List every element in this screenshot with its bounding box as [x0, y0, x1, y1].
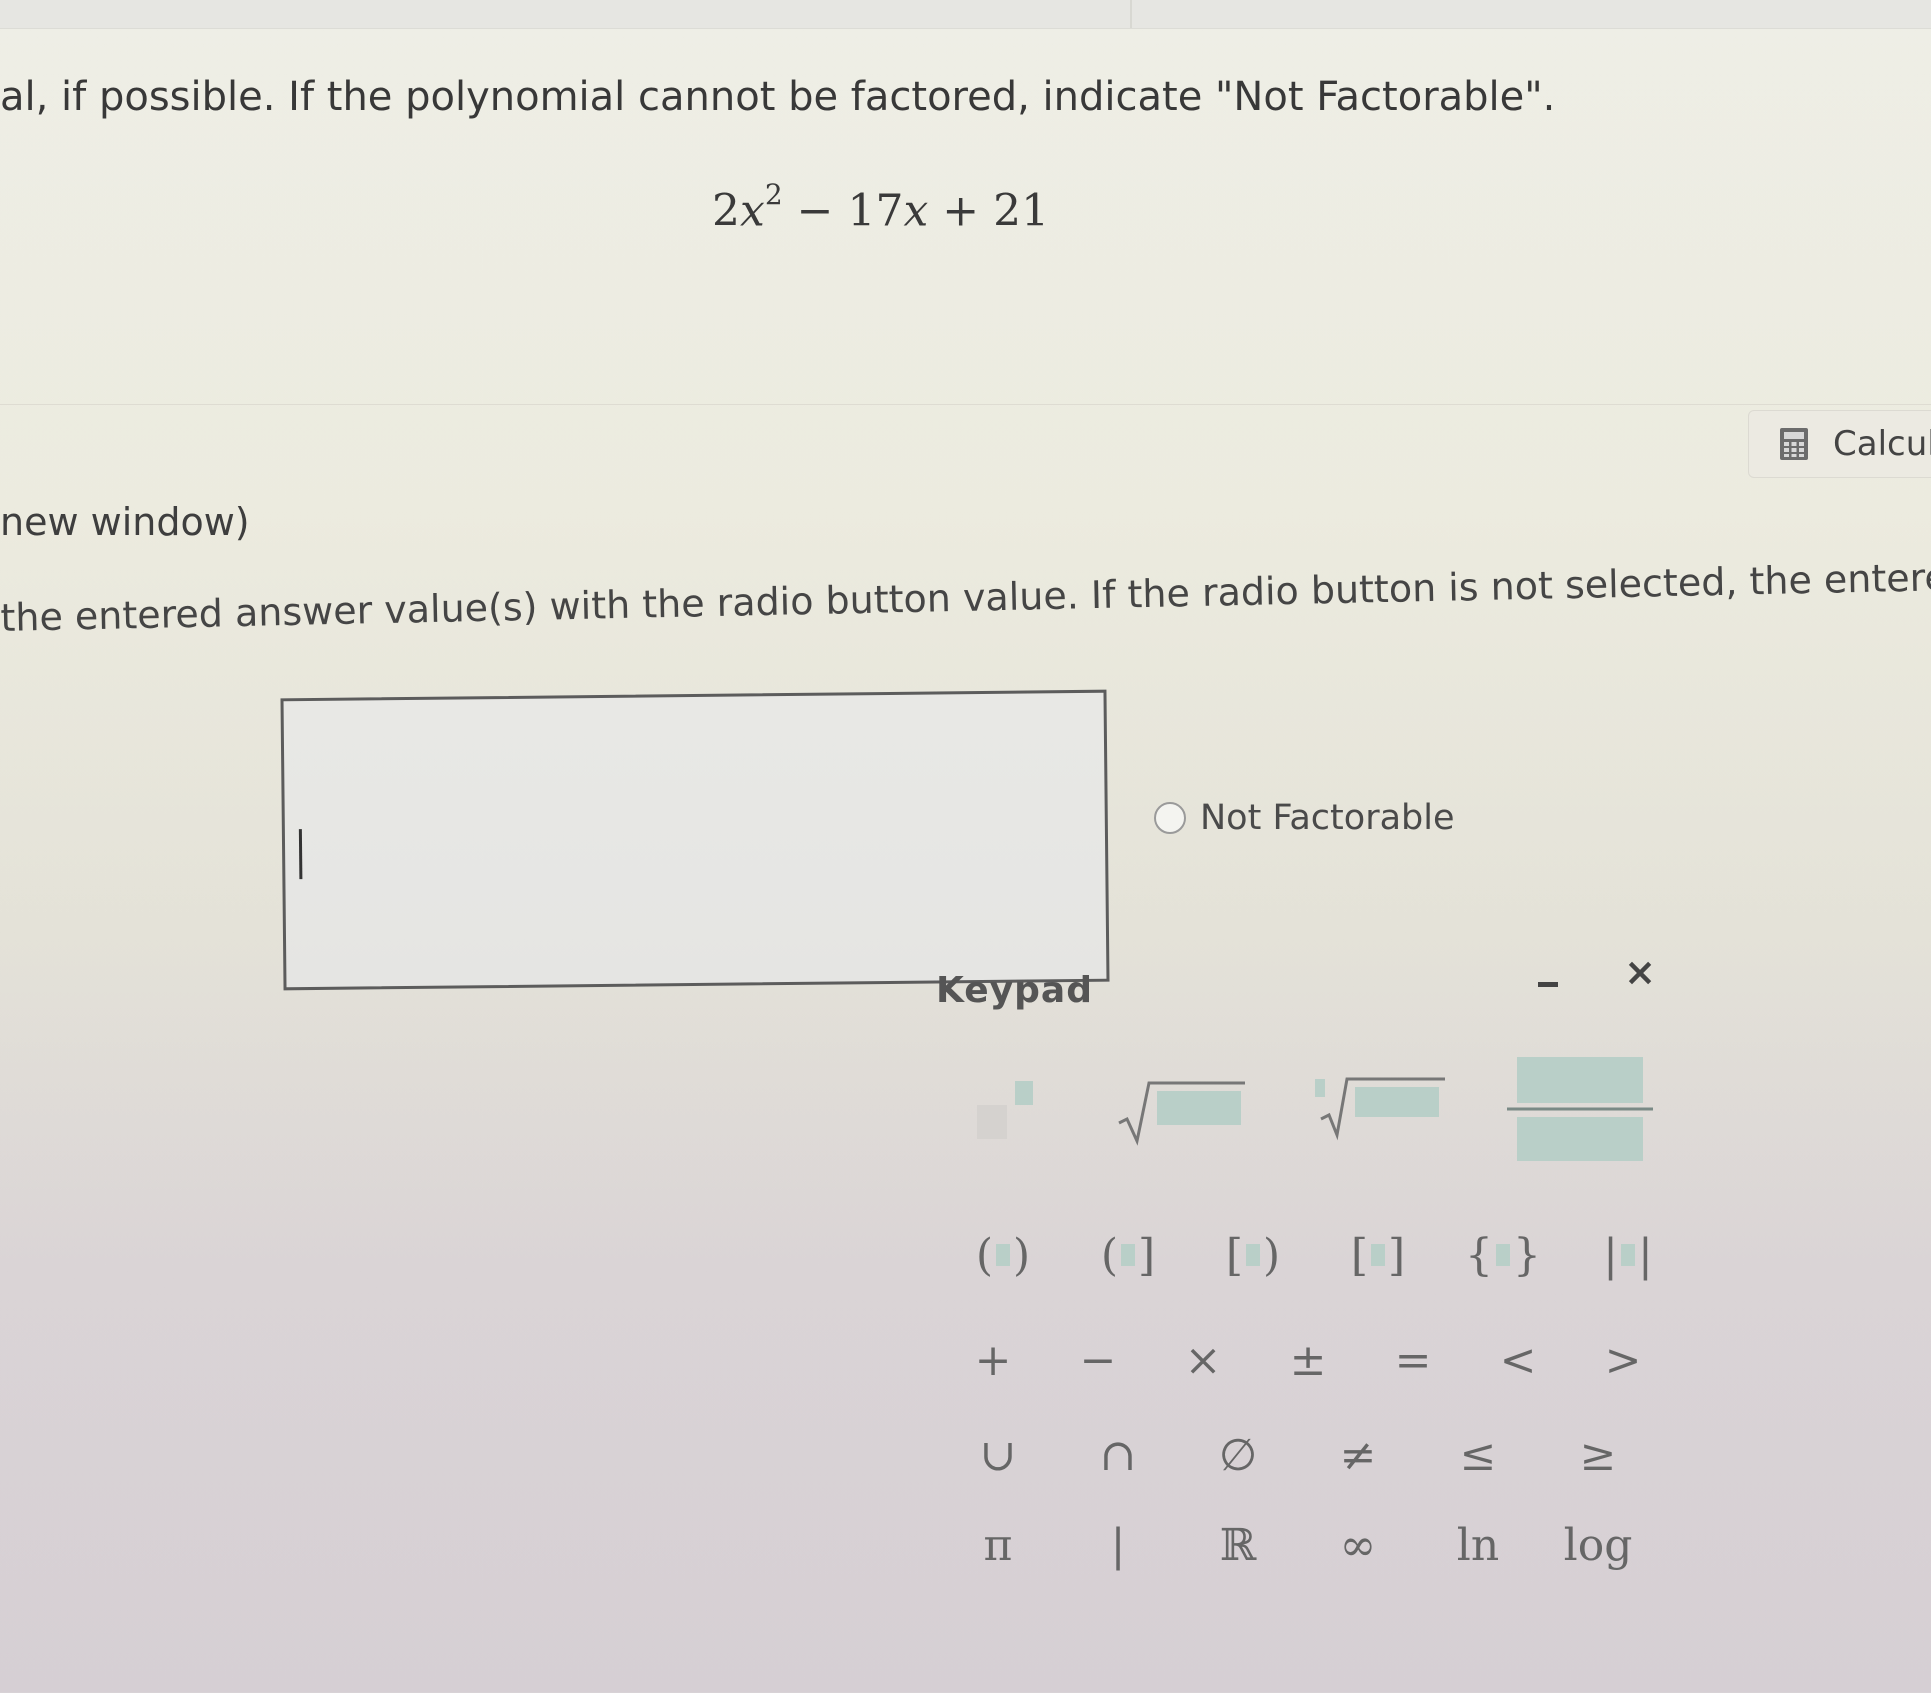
brace-key[interactable]: {}	[1455, 1215, 1551, 1295]
real-numbers-key[interactable]: ℝ	[1190, 1505, 1286, 1585]
bracket-bracket-key[interactable]: []	[1330, 1215, 1426, 1295]
calculator-label: Calcul	[1833, 424, 1931, 464]
new-window-link[interactable]: new window)	[0, 500, 250, 544]
fraction-key[interactable]	[1507, 1057, 1653, 1161]
question-instruction: al, if possible. If the polynomial canno…	[0, 74, 1556, 120]
intersection-key[interactable]: ∩	[1070, 1415, 1166, 1495]
paren-bracket-key[interactable]: (]	[1080, 1215, 1176, 1295]
paren-paren-key[interactable]: ()	[955, 1215, 1051, 1295]
calculator-icon	[1779, 427, 1809, 461]
ln-key[interactable]: ln	[1430, 1505, 1526, 1585]
top-strip-divider	[1130, 0, 1132, 28]
infinity-key[interactable]: ∞	[1310, 1505, 1406, 1585]
expr-rest-b: + 21	[928, 185, 1050, 237]
keypad-operator-row: + − × ± = < >	[900, 1320, 1720, 1410]
keypad-panel: Keypad × () (] [) [] {} | | + − × ± = < >	[900, 900, 1720, 1620]
radio-button[interactable]	[1154, 802, 1186, 834]
square-root-key[interactable]	[1118, 1070, 1245, 1150]
keypad-bracket-row: () (] [) [] {} | |	[900, 1215, 1720, 1305]
keypad-set-row: ∪ ∩ ∅ ≠ ≤ ≥	[900, 1415, 1720, 1505]
expr-rest-a: − 17	[782, 185, 904, 237]
grading-note: the entered answer value(s) with the rad…	[0, 550, 1931, 640]
log-key[interactable]: log	[1550, 1505, 1646, 1585]
keypad-template-row	[900, 1057, 1720, 1161]
expr-coef: 2	[712, 185, 740, 237]
radio-label: Not Factorable	[1200, 798, 1455, 838]
absolute-value-key[interactable]: | |	[1580, 1215, 1676, 1295]
expr-exp: 2	[764, 178, 783, 211]
divides-key[interactable]: |	[1070, 1505, 1166, 1585]
less-equal-key[interactable]: ≤	[1430, 1415, 1526, 1495]
expr-var: x	[740, 185, 765, 237]
minus-key[interactable]: −	[1050, 1320, 1146, 1400]
expr-rest-var: x	[903, 185, 929, 237]
nth-root-key[interactable]	[1315, 1070, 1445, 1150]
pi-key[interactable]: π	[950, 1505, 1046, 1585]
plus-key[interactable]: +	[945, 1320, 1041, 1400]
times-key[interactable]: ×	[1155, 1320, 1251, 1400]
union-key[interactable]: ∪	[950, 1415, 1046, 1495]
superscript-key[interactable]	[960, 1070, 1056, 1150]
greater-than-key[interactable]: >	[1575, 1320, 1671, 1400]
section-divider	[0, 404, 1931, 405]
plus-minus-key[interactable]: ±	[1260, 1320, 1356, 1400]
minimize-icon[interactable]	[1530, 972, 1568, 996]
calculator-button[interactable]: Calcul	[1748, 410, 1931, 478]
not-equal-key[interactable]: ≠	[1310, 1415, 1406, 1495]
empty-set-key[interactable]: ∅	[1190, 1415, 1286, 1495]
keypad-title: Keypad	[936, 970, 1093, 1011]
text-cursor	[298, 829, 303, 880]
less-than-key[interactable]: <	[1470, 1320, 1566, 1400]
not-factorable-option[interactable]: Not Factorable	[1154, 798, 1455, 838]
equals-key[interactable]: =	[1365, 1320, 1461, 1400]
polynomial-expression: 2x2 − 17x + 21	[712, 178, 1050, 237]
close-icon[interactable]: ×	[1620, 952, 1660, 992]
greater-equal-key[interactable]: ≥	[1550, 1415, 1646, 1495]
bracket-paren-key[interactable]: [)	[1205, 1215, 1301, 1295]
keypad-constant-row: π | ℝ ∞ ln log	[900, 1505, 1720, 1595]
browser-top-strip	[0, 0, 1931, 29]
